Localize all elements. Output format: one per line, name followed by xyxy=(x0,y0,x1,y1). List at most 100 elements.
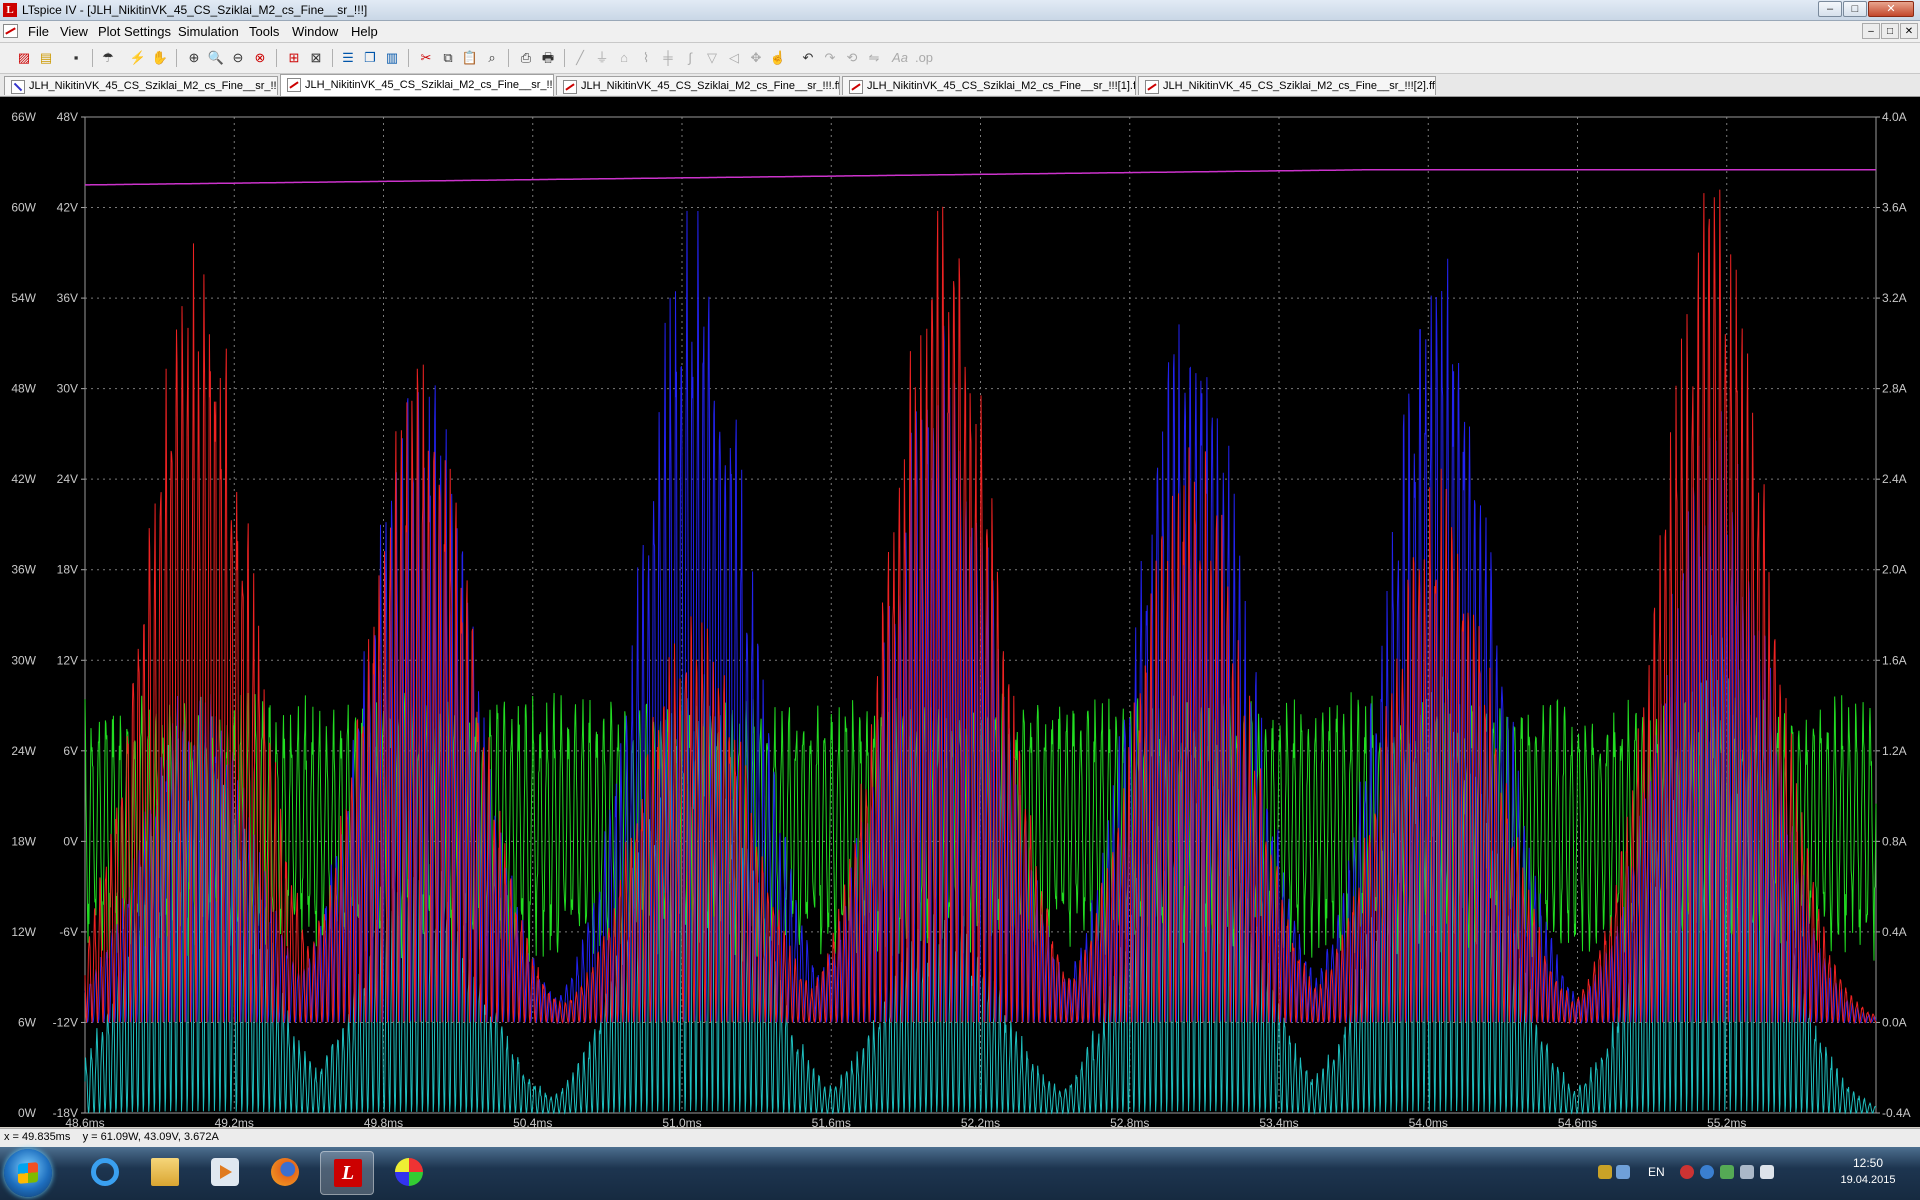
clock-date[interactable]: 19.04.2015 xyxy=(1838,1174,1898,1186)
ground-icon[interactable]: ⏚ xyxy=(592,48,612,68)
menu-file[interactable]: File xyxy=(28,24,49,39)
tab-fft[interactable]: JLH_NikitinVK_45_CS_Sziklai_M2_cs_Fine__… xyxy=(556,76,840,95)
window-title: LTspice IV - [JLH_NikitinVK_45_CS_Szikla… xyxy=(22,3,368,17)
halt-icon[interactable]: ✋ xyxy=(150,48,170,68)
print-preview-icon[interactable]: ⎙ xyxy=(516,48,536,68)
y-tick-label-voltage: 12V xyxy=(57,653,78,667)
toolbar: ▨ ▤ ▪ ☂ ⚡ ✋ ⊕ 🔍 ⊖ ⊗ ⊞ ⊠ ☰ ❐ ▥ ✂ ⧉ 📋 ⌕ ⎙ … xyxy=(0,43,1920,74)
fft-icon[interactable]: ⊠ xyxy=(306,48,326,68)
tray-folder-icon[interactable] xyxy=(1598,1165,1612,1179)
mirror-icon[interactable]: ⇋ xyxy=(864,48,884,68)
copy-icon[interactable]: ⧉ xyxy=(438,48,458,68)
start-button[interactable] xyxy=(4,1149,52,1197)
diode-icon[interactable]: ▽ xyxy=(702,48,722,68)
minimize-button[interactable]: – xyxy=(1818,1,1842,17)
redo-icon[interactable]: ↷ xyxy=(820,48,840,68)
close-button[interactable]: ✕ xyxy=(1868,1,1914,17)
undo-icon[interactable]: ↶ xyxy=(798,48,818,68)
text-icon[interactable]: Aa xyxy=(890,48,910,68)
open-file-icon[interactable]: ▤ xyxy=(36,48,56,68)
mdi-minimize-button[interactable]: – xyxy=(1862,23,1880,39)
clock-time[interactable]: 12:50 xyxy=(1838,1156,1898,1170)
menu-help[interactable]: Help xyxy=(351,24,378,39)
tray-app-icon[interactable] xyxy=(1616,1165,1630,1179)
print-icon[interactable]: 🖶 xyxy=(538,48,558,68)
paste-icon[interactable]: 📋 xyxy=(460,48,480,68)
component-icon[interactable]: ◁ xyxy=(724,48,744,68)
status-bar: x = 49.835ms y = 61.09W, 43.09V, 3.672A xyxy=(0,1128,1920,1147)
menu-tools[interactable]: Tools xyxy=(249,24,279,39)
rotate-icon[interactable]: ⟲ xyxy=(842,48,862,68)
drag-icon[interactable]: ☝ xyxy=(768,48,788,68)
x-tick-label: 49.2ms xyxy=(215,1116,254,1127)
move-icon[interactable]: ✥ xyxy=(746,48,766,68)
firefox-icon[interactable] xyxy=(258,1151,312,1195)
y-tick-label-current: -0.4A xyxy=(1882,1106,1911,1120)
y-tick-label-current: 1.6A xyxy=(1882,653,1907,667)
capacitor-icon[interactable]: ╪ xyxy=(658,48,678,68)
paint-icon[interactable] xyxy=(382,1151,436,1195)
zoom-out-icon[interactable]: ⊖ xyxy=(228,48,248,68)
label-icon[interactable]: ⌂ xyxy=(614,48,634,68)
y-tick-label-current: 0.0A xyxy=(1882,1015,1907,1029)
x-tick-label: 49.8ms xyxy=(364,1116,403,1127)
maximize-button[interactable]: □ xyxy=(1843,1,1867,17)
run-icon[interactable]: ⚡ xyxy=(128,48,148,68)
mdi-restore-button[interactable]: □ xyxy=(1881,23,1899,39)
tab-fft-1[interactable]: JLH_NikitinVK_45_CS_Sziklai_M2_cs_Fine__… xyxy=(842,76,1136,95)
waveform-plot[interactable]: 48.6ms 49.2ms 49.8ms 50.4ms 51.0ms 51.6ms 52.2… xyxy=(0,97,1920,1127)
zoom-fit-icon[interactable]: ⊗ xyxy=(250,48,270,68)
inductor-icon[interactable]: ∫ xyxy=(680,48,700,68)
tab-schematic[interactable]: JLH_NikitinVK_45_CS_Sziklai_M2_cs_Fine__… xyxy=(4,76,278,95)
save-icon[interactable]: ▪ xyxy=(66,48,86,68)
new-schematic-icon[interactable]: ▨ xyxy=(14,48,34,68)
y-tick-label-voltage: 36V xyxy=(57,291,78,305)
language-indicator[interactable]: EN xyxy=(1648,1165,1665,1179)
y-tick-label-voltage: 0V xyxy=(63,834,78,848)
tab-label: JLH_NikitinVK_45_CS_Sziklai_M2_cs_Fine__… xyxy=(867,80,1136,92)
tray-volume-icon[interactable] xyxy=(1760,1165,1774,1179)
tray-bluetooth-icon[interactable] xyxy=(1700,1165,1714,1179)
tab-fft-2[interactable]: JLH_NikitinVK_45_CS_Sziklai_M2_cs_Fine__… xyxy=(1138,76,1436,95)
trace-label-ir36[interactable]: I(R36) xyxy=(1677,100,1710,114)
toolbar-separator xyxy=(276,49,277,67)
ltspice-icon[interactable]: L xyxy=(320,1151,374,1195)
plot-canvas[interactable]: 48.6ms 49.2ms 49.8ms 50.4ms 51.0ms 51.6ms 52.2… xyxy=(0,97,1920,1127)
wire-icon[interactable]: ╱ xyxy=(570,48,590,68)
media-player-icon[interactable] xyxy=(198,1151,252,1195)
spice-directive-icon[interactable]: .op xyxy=(914,48,934,68)
find-icon[interactable]: ⌕ xyxy=(482,48,502,68)
trace-label-vplus[interactable]: V(+vs) xyxy=(960,100,996,114)
tray-network-icon[interactable] xyxy=(1740,1165,1754,1179)
mdi-close-button[interactable]: ✕ xyxy=(1900,23,1918,39)
cut-icon[interactable]: ✂ xyxy=(416,48,436,68)
resistor-icon[interactable]: ⌇ xyxy=(636,48,656,68)
toolbar-separator xyxy=(564,49,565,67)
zoom-area-icon[interactable]: 🔍 xyxy=(206,48,226,68)
menu-view[interactable]: View xyxy=(60,24,88,39)
tray-alert-icon[interactable] xyxy=(1680,1165,1694,1179)
autorange-icon[interactable]: ⊞ xyxy=(284,48,304,68)
tile-vertical-icon[interactable]: ▥ xyxy=(382,48,402,68)
zoom-in-icon[interactable]: ⊕ xyxy=(184,48,204,68)
cascade-icon[interactable]: ❐ xyxy=(360,48,380,68)
menu-plot-settings[interactable]: Plot Settings xyxy=(98,24,171,39)
tile-horizontal-icon[interactable]: ☰ xyxy=(338,48,358,68)
ltspice-app-icon[interactable]: L xyxy=(3,3,17,17)
menu-simulation[interactable]: Simulation xyxy=(178,24,239,39)
tray-battery-icon[interactable] xyxy=(1720,1165,1734,1179)
internet-explorer-icon[interactable] xyxy=(78,1151,132,1195)
schematic-icon xyxy=(11,80,25,94)
trace-label-ir35[interactable]: I(R35) xyxy=(1319,100,1352,114)
menu-window[interactable]: Window xyxy=(292,24,338,39)
waveform-icon xyxy=(287,78,301,92)
file-explorer-icon[interactable] xyxy=(138,1151,192,1195)
trace-label-vsp[interactable]: V(sp) xyxy=(605,100,635,114)
trace-label-power[interactable]: V(sp)*I(R1) xyxy=(231,100,292,114)
control-panel-icon[interactable]: ☂ xyxy=(98,48,118,68)
x-tick-label: 54.6ms xyxy=(1558,1116,1597,1127)
y-tick-label-power: 54W xyxy=(11,291,36,305)
y-tick-label-current: 4.0A xyxy=(1882,110,1907,124)
waveform-doc-icon[interactable] xyxy=(3,24,18,38)
tab-waveform-active[interactable]: JLH_NikitinVK_45_CS_Sziklai_M2_cs_Fine__… xyxy=(280,74,554,96)
